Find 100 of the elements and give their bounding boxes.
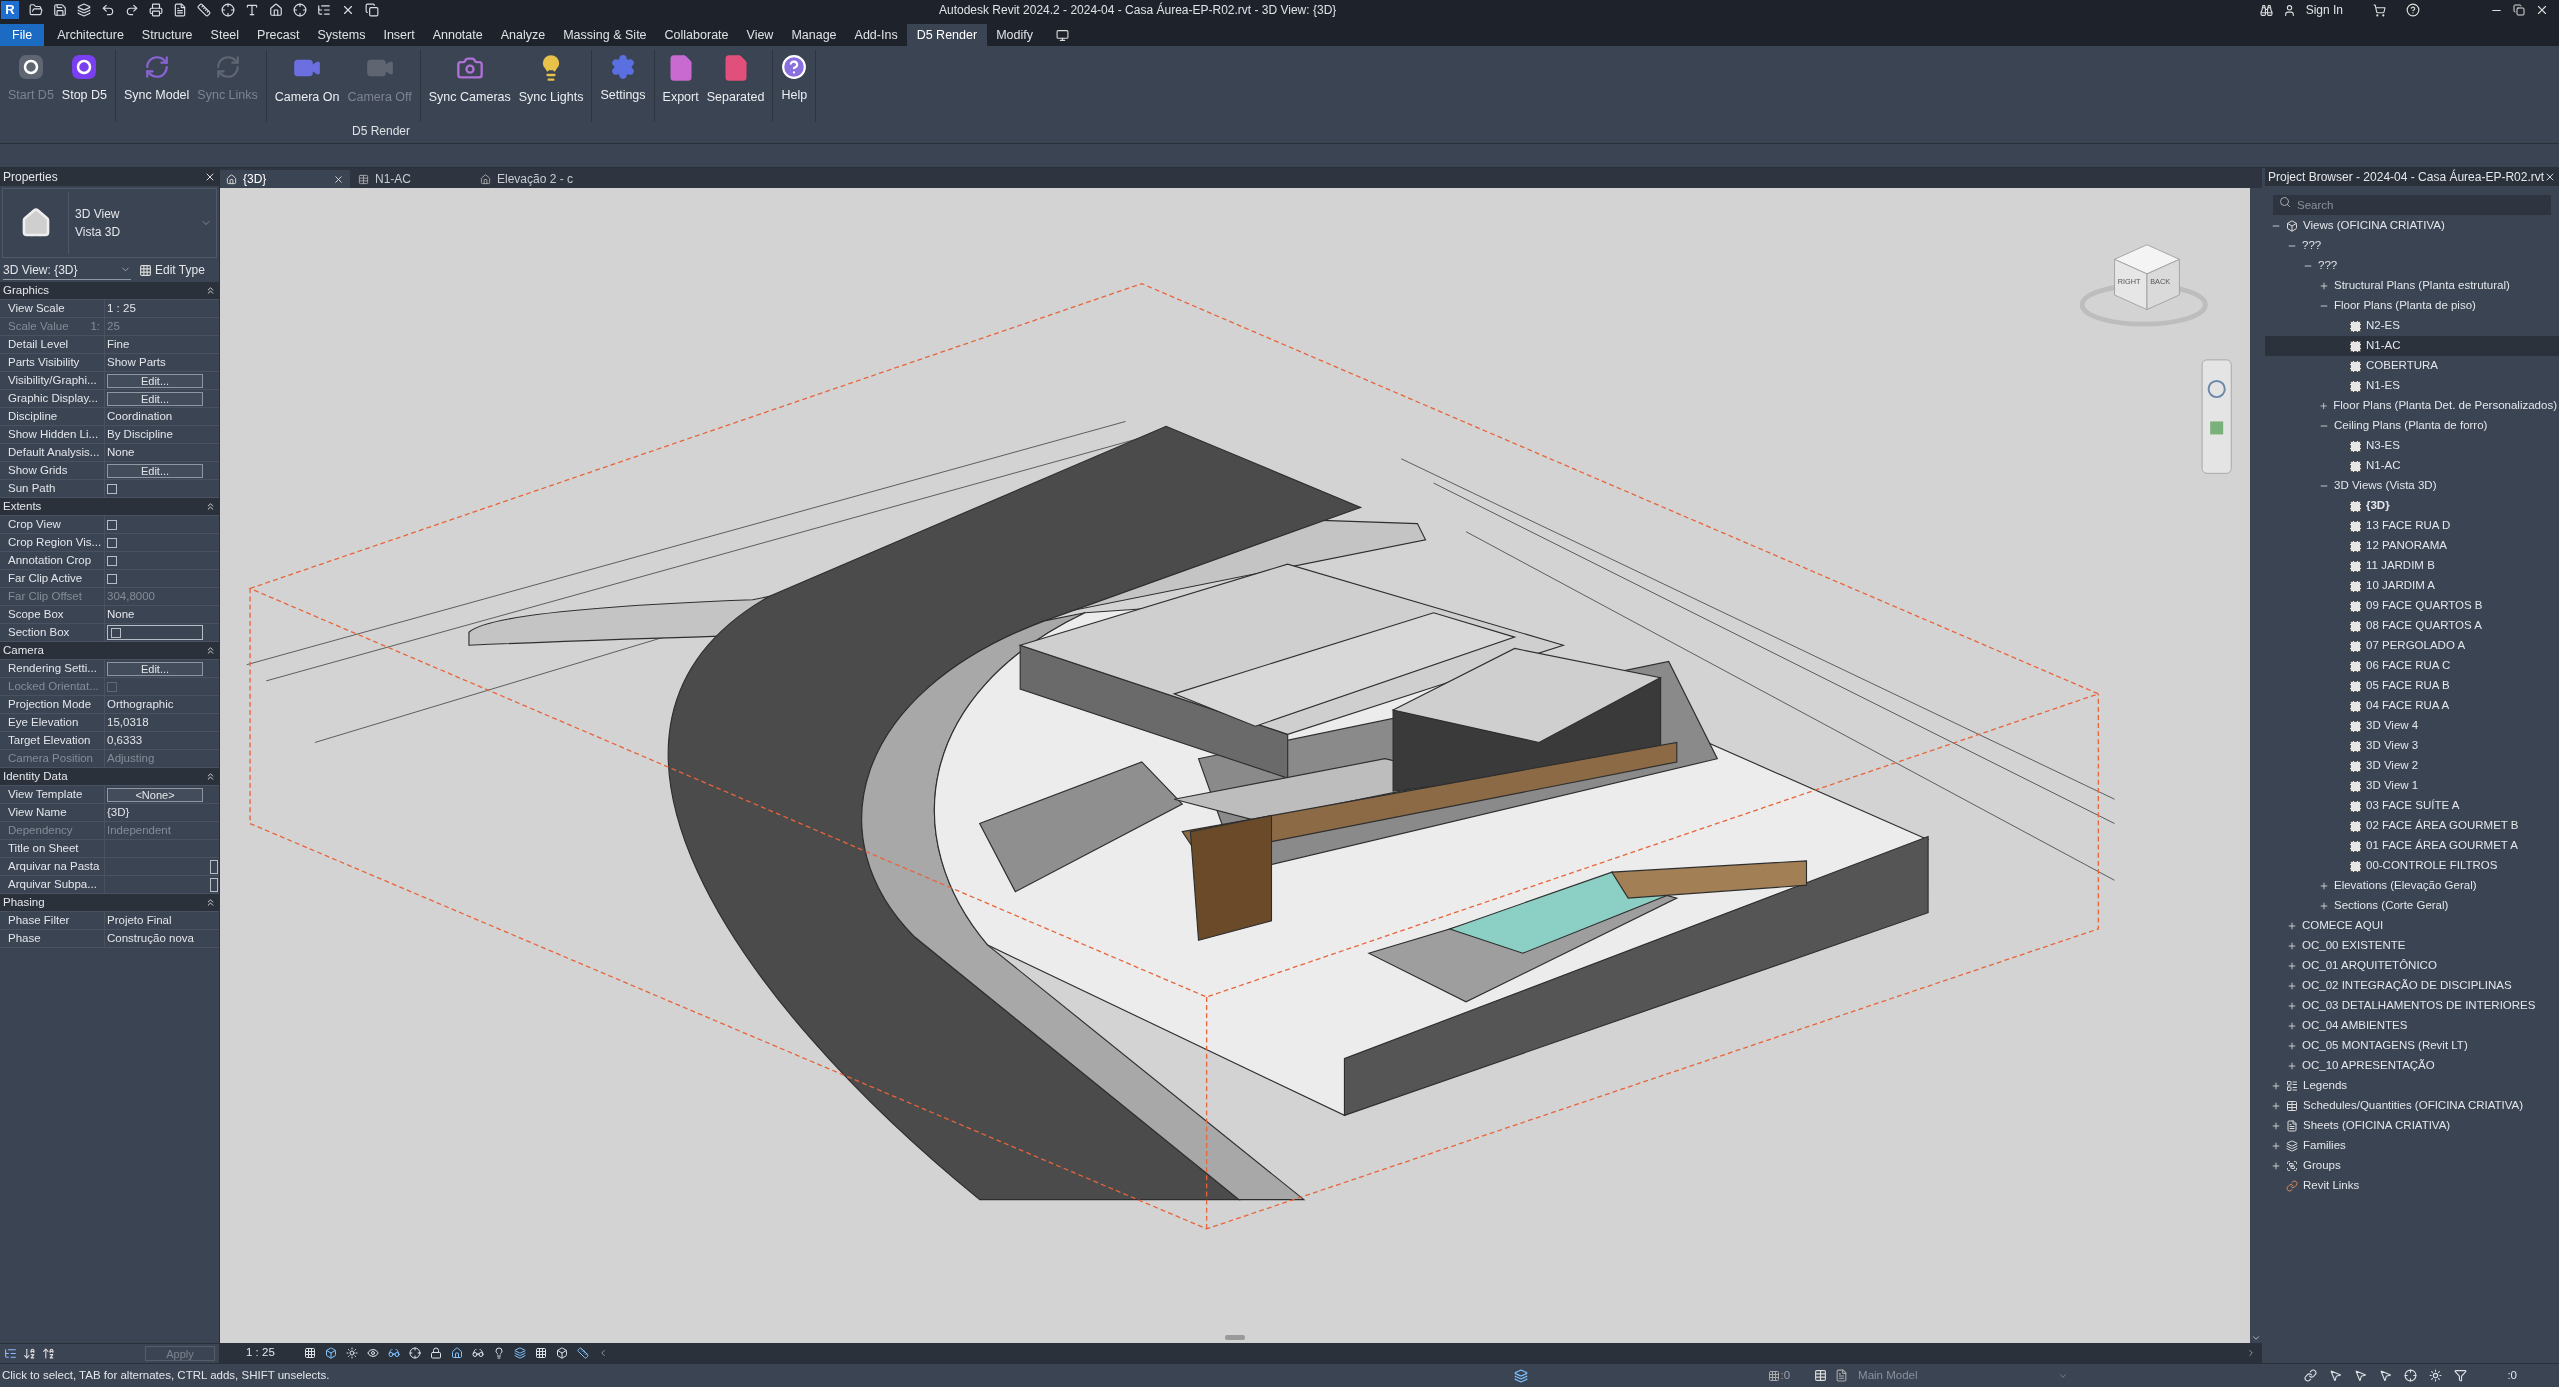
cart-icon[interactable]	[2373, 3, 2386, 17]
toolbar-icon[interactable]	[29, 3, 43, 17]
view-control-icon[interactable]	[387, 1347, 400, 1359]
tree-item[interactable]: 06 FACE RUA C	[2265, 656, 2559, 676]
view-control-icon[interactable]	[324, 1347, 337, 1359]
categorize-icon[interactable]	[4, 1347, 17, 1360]
ribbon-button[interactable]: Stop D5	[57, 50, 112, 122]
ribbon-button[interactable]: Camera On	[270, 50, 344, 122]
view-control-icon[interactable]	[471, 1347, 484, 1359]
binoculars-icon[interactable]	[2259, 3, 2273, 17]
edit-button[interactable]: Edit...	[107, 661, 203, 676]
tree-item[interactable]: 01 FACE ÁREA GOURMET A	[2265, 836, 2559, 856]
checkbox[interactable]	[107, 483, 117, 494]
view-control-icon[interactable]	[429, 1347, 442, 1359]
view-control-icon[interactable]	[492, 1347, 505, 1359]
view-control-icon[interactable]	[513, 1347, 526, 1359]
view-control-icon[interactable]	[366, 1347, 379, 1359]
tree-item[interactable]: Sheets (OFICINA CRIATIVA)	[2265, 1116, 2559, 1136]
edit-button[interactable]: Edit...	[107, 391, 203, 406]
ribbon-button[interactable]: Sync Lights	[514, 50, 588, 122]
expand-icon[interactable]	[2319, 901, 2329, 911]
toolbar-icon[interactable]	[245, 3, 259, 17]
expand-icon[interactable]	[2271, 1141, 2281, 1151]
tree-item[interactable]: 00-CONTROLE FILTROS	[2265, 856, 2559, 876]
checkbox[interactable]	[107, 573, 117, 584]
expand-icon[interactable]	[2287, 921, 2297, 931]
tree-item[interactable]: ???	[2265, 256, 2559, 276]
tree-item[interactable]: Legends	[2265, 1076, 2559, 1096]
tree-item[interactable]: Floor Plans (Planta Det. de Personalizados)	[2265, 396, 2559, 416]
checkbox[interactable]	[107, 519, 117, 530]
section-header[interactable]: Extents	[0, 498, 219, 516]
ribbon-tab[interactable]: Annotate	[423, 24, 492, 46]
scrollbar-thumb[interactable]	[1225, 1334, 1245, 1340]
ribbon-tab[interactable]: View	[737, 24, 783, 46]
selection-icon[interactable]	[2329, 1369, 2343, 1382]
edit-button[interactable]: Edit...	[107, 373, 203, 388]
checkbox[interactable]	[107, 537, 117, 548]
tree-item[interactable]: N1-ES	[2265, 376, 2559, 396]
ribbon-button[interactable]: Settings	[596, 50, 650, 122]
section-header[interactable]: Identity Data	[0, 768, 219, 786]
expand-icon[interactable]	[2271, 1101, 2281, 1111]
ribbon-button[interactable]: Help	[777, 50, 812, 122]
checkbox[interactable]	[210, 877, 218, 892]
edit-type-button[interactable]: Edit Type	[139, 261, 205, 279]
toolbar-icon[interactable]	[101, 3, 115, 17]
tree-item[interactable]: Schedules/Quantities (OFICINA CRIATIVA)	[2265, 1096, 2559, 1116]
tree-item[interactable]: ???	[2265, 236, 2559, 256]
expand-icon[interactable]	[2319, 401, 2329, 411]
tree-item[interactable]: 08 FACE QUARTOS A	[2265, 616, 2559, 636]
tree-item[interactable]: COMECE AQUI	[2265, 916, 2559, 936]
close-icon[interactable]	[333, 173, 344, 185]
tree-item[interactable]: Views (OFICINA CRIATIVA)	[2265, 216, 2559, 236]
scroll-down-icon[interactable]	[2251, 1333, 2261, 1343]
tree-item[interactable]: OC_01 ARQUITETÔNICO	[2265, 956, 2559, 976]
tree-item[interactable]: N1-AC	[2265, 336, 2559, 356]
ribbon-toggle-icon[interactable]	[1055, 29, 1069, 42]
ribbon-button[interactable]: Export	[658, 50, 703, 122]
section-header[interactable]: Phasing	[0, 894, 219, 912]
ribbon-tab[interactable]: Insert	[374, 24, 424, 46]
expand-icon[interactable]	[2287, 1001, 2297, 1011]
toolbar-icon[interactable]	[317, 3, 331, 17]
tree-item[interactable]: Groups	[2265, 1156, 2559, 1176]
edit-button[interactable]: Edit...	[107, 463, 203, 478]
close-icon[interactable]	[2544, 171, 2556, 183]
view-control-icon[interactable]	[303, 1347, 316, 1359]
search-field[interactable]: Search	[2273, 195, 2551, 215]
tree-item[interactable]: OC_03 DETALHAMENTOS DE INTERIORES	[2265, 996, 2559, 1016]
expand-icon[interactable]	[2271, 1081, 2281, 1091]
tree-item[interactable]: 09 FACE QUARTOS B	[2265, 596, 2559, 616]
toolbar-icon[interactable]	[173, 3, 187, 17]
ribbon-tab[interactable]: D5 Render	[906, 24, 988, 46]
tree-item[interactable]: Elevations (Elevação Geral)	[2265, 876, 2559, 896]
ribbon-tab[interactable]: Steel	[201, 24, 249, 46]
ribbon-tab[interactable]: File	[0, 24, 45, 46]
expand-icon[interactable]	[2271, 1161, 2281, 1171]
tree-item[interactable]: OC_00 EXISTENTE	[2265, 936, 2559, 956]
ribbon-tab[interactable]: Massing & Site	[554, 24, 656, 46]
selection-icon[interactable]	[2354, 1369, 2368, 1382]
ribbon-tab[interactable]: Modify	[987, 24, 1042, 46]
checkbox[interactable]	[107, 555, 117, 566]
scroll-right-icon[interactable]	[2246, 1348, 2256, 1358]
view-control-icon[interactable]	[408, 1347, 421, 1359]
tree-item[interactable]: OC_10 APRESENTAÇÃO	[2265, 1056, 2559, 1076]
expand-icon[interactable]	[2287, 941, 2297, 951]
tree-item[interactable]: N2-ES	[2265, 316, 2559, 336]
tree-item[interactable]: 04 FACE RUA A	[2265, 696, 2559, 716]
tree-item[interactable]: 3D Views (Vista 3D)	[2265, 476, 2559, 496]
tree-item[interactable]: 13 FACE RUA D	[2265, 516, 2559, 536]
toolbar-icon[interactable]	[149, 3, 163, 17]
view-control-icon[interactable]	[555, 1347, 568, 1359]
selection-icon[interactable]	[2379, 1369, 2393, 1382]
expand-icon[interactable]	[2287, 1021, 2297, 1031]
view-control-icon[interactable]	[450, 1347, 463, 1359]
sort-descending-icon[interactable]	[42, 1347, 55, 1360]
tree-item[interactable]: {3D}	[2265, 496, 2559, 516]
toolbar-icon[interactable]	[197, 3, 211, 17]
expand-icon[interactable]	[2319, 881, 2329, 891]
tree-item[interactable]: Ceiling Plans (Planta de forro)	[2265, 416, 2559, 436]
tree-item[interactable]: 11 JARDIM B	[2265, 556, 2559, 576]
toolbar-icon[interactable]	[221, 3, 235, 17]
